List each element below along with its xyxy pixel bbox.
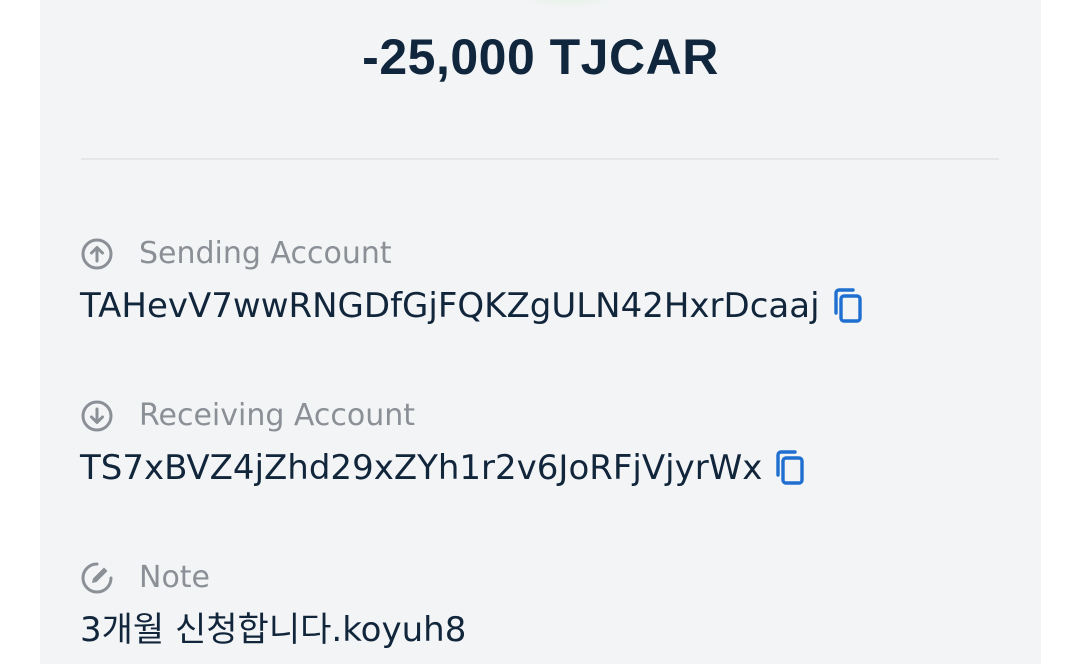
note-value: 3개월 신청합니다.koyuh8 [80, 610, 467, 650]
note-label: Note [139, 560, 211, 595]
copy-icon[interactable] [830, 287, 864, 325]
arrow-down-circle-icon [81, 400, 113, 432]
transaction-detail-card: -25,000 TJCAR Sending Account TAHevV7wwR… [40, 0, 1041, 664]
divider [81, 158, 999, 160]
receiving-account-label: Receiving Account [139, 398, 416, 433]
transaction-amount: -25,000 TJCAR [362, 29, 719, 85]
sending-account-label: Sending Account [139, 236, 392, 271]
arrow-up-circle-icon [81, 238, 113, 270]
edit-circle-icon [81, 562, 113, 594]
copy-icon[interactable] [772, 449, 806, 487]
status-indicator [500, 0, 640, 8]
receiving-account-address: TS7xBVZ4jZhd29xZYh1r2v6JoRFjVjyrWx [80, 448, 763, 488]
sending-account-address: TAHevV7wwRNGDfGjFQKZgULN42HxrDcaaj [80, 286, 820, 326]
